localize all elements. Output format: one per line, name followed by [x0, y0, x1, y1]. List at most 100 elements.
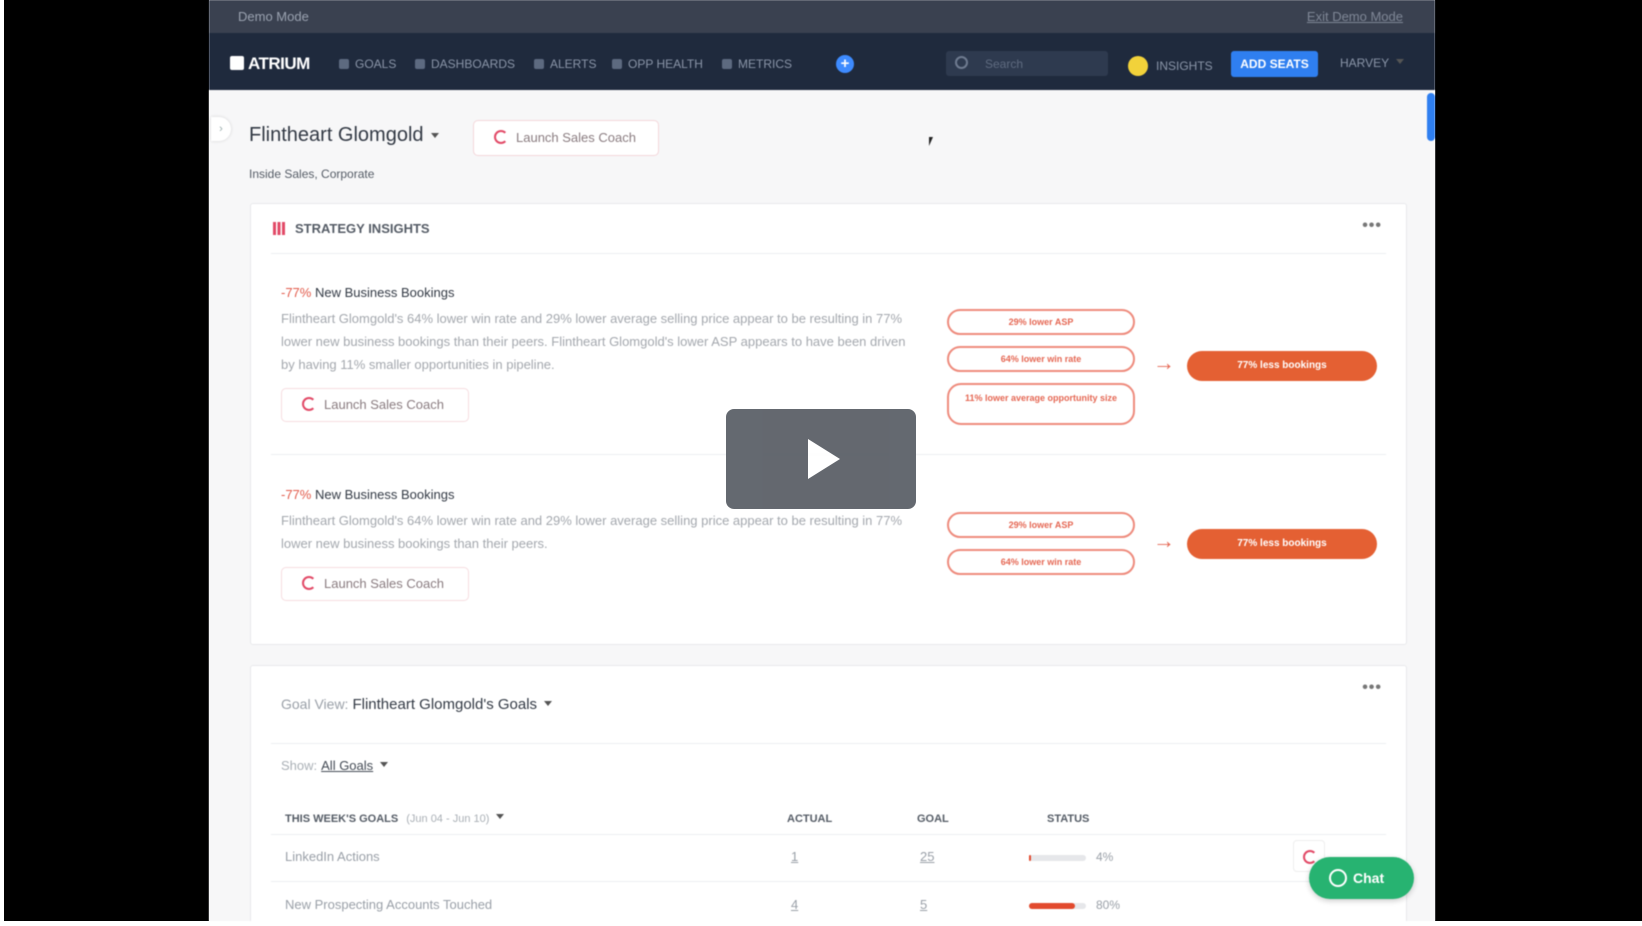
divider [271, 881, 1386, 882]
letterbox-left [4, 0, 209, 921]
goal-view-selector[interactable]: Goal View: Flintheart Glomgold's Goals [281, 696, 553, 713]
nav-metrics-label: METRICS [738, 57, 792, 71]
goal-name: New Prospecting Accounts Touched [285, 897, 493, 912]
result-pill: 77% less bookings [1187, 351, 1377, 381]
progress-bar [1029, 855, 1086, 861]
show-label: Show: [281, 758, 318, 773]
insight-percent: -77% [281, 487, 312, 502]
goal-name: LinkedIn Actions [285, 849, 380, 864]
period-header-label: THIS WEEK'S GOALS [285, 813, 399, 825]
period-header[interactable]: THIS WEEK'S GOALS (Jun 04 - Jun 10) [285, 813, 505, 825]
nav-goals-label: GOALS [355, 57, 397, 71]
progress-fill [1029, 855, 1032, 861]
profile-subtitle: Inside Sales, Corporate [249, 167, 375, 181]
atrium-logo[interactable]: ATRIUM [230, 54, 310, 74]
insight-metric: New Business Bookings [314, 285, 455, 300]
demo-mode-label: Demo Mode [238, 9, 309, 24]
insight-percent: -77% [281, 285, 312, 300]
nav-opp-health[interactable]: OPP HEALTH [612, 57, 703, 71]
sidebar-expand-toggle[interactable]: › [211, 117, 231, 141]
search-icon [955, 56, 968, 69]
profile-name-dropdown[interactable]: Flintheart Glomgold [249, 124, 439, 147]
goal-view-label: Goal View: [281, 696, 349, 712]
nav-goals[interactable]: GOALS [339, 57, 396, 71]
goal-value-link[interactable]: 25 [920, 849, 934, 864]
chat-button[interactable]: Chat [1309, 857, 1414, 899]
top-nav: ATRIUM GOALS DASHBOARDS ALERTS OPP HEALT… [209, 33, 1435, 141]
metrics-icon [722, 59, 732, 69]
strategy-insights-title: STRATEGY INSIGHTS [273, 221, 430, 236]
arrow-right-icon: → [1153, 528, 1175, 553]
factor-pill: 11% lower average opportunity size [947, 383, 1135, 425]
period-range: (Jun 04 - Jun 10) [406, 813, 490, 825]
demo-mode-bar: Demo Mode Exit Demo Mode [209, 0, 1435, 33]
alerts-icon [534, 59, 544, 69]
launch-coach-label: Launch Sales Coach [324, 397, 444, 412]
chat-label: Chat [1353, 870, 1385, 886]
show-filter[interactable]: Show: All Goals [281, 758, 389, 773]
launch-sales-coach-button[interactable]: Launch Sales Coach [281, 567, 469, 601]
video-play-button[interactable] [726, 409, 916, 509]
actual-value-link[interactable]: 1 [791, 849, 798, 864]
launch-coach-label: Launch Sales Coach [516, 130, 636, 145]
status-header: STATUS [1047, 813, 1090, 825]
user-menu[interactable]: HARVEY [1340, 56, 1405, 70]
letterbox-right [1435, 0, 1642, 921]
chevron-down-icon [380, 762, 389, 767]
nav-dashboards-label: DASHBOARDS [431, 57, 516, 71]
insight-body: Flintheart Glomgold's 64% lower win rate… [281, 513, 903, 551]
insight-heading: -77% New Business Bookings [281, 487, 454, 502]
insights-link[interactable]: INSIGHTS [1128, 56, 1213, 76]
sales-coach-icon [494, 130, 508, 144]
exit-demo-link[interactable]: Exit Demo Mode [1307, 9, 1403, 24]
nav-opp-health-label: OPP HEALTH [628, 57, 703, 71]
user-name: HARVEY [1340, 56, 1390, 70]
progress-fill [1029, 903, 1075, 909]
launch-coach-label: Launch Sales Coach [324, 576, 444, 591]
play-icon [808, 439, 840, 479]
logo-text: ATRIUM [248, 54, 310, 73]
insights-label: INSIGHTS [1156, 59, 1213, 73]
insight-metric: New Business Bookings [314, 487, 455, 502]
nav-dashboards[interactable]: DASHBOARDS [415, 57, 515, 71]
insights-icon [1128, 56, 1148, 76]
chevron-down-icon [430, 133, 439, 138]
goal-view-title: Flintheart Glomgold's Goals [352, 696, 538, 713]
chevron-down-icon [1396, 59, 1405, 64]
search-input[interactable]: Search [946, 51, 1108, 76]
factor-pill: 29% lower ASP [947, 309, 1135, 335]
opp-health-icon [612, 59, 622, 69]
logo-icon [230, 56, 244, 70]
divider [271, 253, 1386, 254]
more-options-icon[interactable]: ••• [1362, 679, 1382, 697]
add-plus-button[interactable]: + [836, 55, 854, 73]
strategy-title-text: STRATEGY INSIGHTS [295, 221, 430, 236]
profile-name: Flintheart Glomgold [249, 124, 424, 146]
add-seats-button[interactable]: ADD SEATS [1231, 51, 1318, 77]
launch-sales-coach-button[interactable]: Launch Sales Coach [473, 120, 659, 156]
launch-sales-coach-button[interactable]: Launch Sales Coach [281, 388, 469, 422]
actual-header: ACTUAL [787, 813, 833, 825]
dashboards-icon [415, 59, 425, 69]
more-options-icon[interactable]: ••• [1362, 217, 1382, 235]
show-value: All Goals [321, 758, 374, 773]
actual-value-link[interactable]: 4 [791, 897, 798, 912]
bar-chart-icon [273, 222, 285, 235]
nav-metrics[interactable]: METRICS [722, 57, 792, 71]
factor-pill: 64% lower win rate [947, 549, 1135, 575]
arrow-right-icon: → [1153, 350, 1175, 375]
mouse-cursor-icon [929, 137, 933, 146]
result-pill: 77% less bookings [1187, 529, 1377, 559]
scrollbar[interactable] [1427, 93, 1435, 141]
goals-card: Goal View: Flintheart Glomgold's Goals ••… [250, 665, 1407, 921]
status-percent: 80% [1096, 898, 1121, 912]
factor-pill: 29% lower ASP [947, 512, 1135, 538]
sales-coach-icon [302, 576, 316, 590]
chat-icon [1329, 869, 1347, 887]
nav-alerts-label: ALERTS [550, 57, 597, 71]
insight-heading: -77% New Business Bookings [281, 285, 454, 300]
factor-pill: 64% lower win rate [947, 346, 1135, 372]
nav-alerts[interactable]: ALERTS [534, 57, 596, 71]
chevron-down-icon [544, 701, 553, 706]
goal-value-link[interactable]: 5 [920, 897, 927, 912]
